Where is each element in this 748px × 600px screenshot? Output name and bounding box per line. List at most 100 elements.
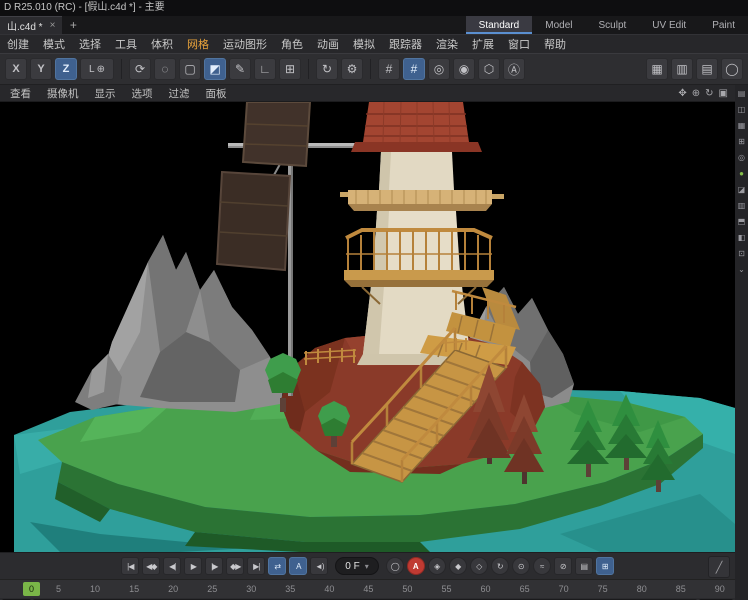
goto-start-button[interactable]: |◀ [121, 557, 140, 575]
interactive-render-icon[interactable]: ↻ [316, 58, 338, 80]
rail-icon-7[interactable]: ▥ [738, 202, 746, 210]
zoom-view-icon[interactable]: ⊕ [692, 88, 700, 99]
next-key-button[interactable]: ◆▶ [226, 557, 245, 575]
rotate-view-icon[interactable]: ↻ [705, 88, 713, 99]
record-ring-button[interactable]: ◯ [385, 557, 404, 575]
viewport-menu-item[interactable]: 选项 [124, 86, 161, 101]
menu-item[interactable]: 渲染 [429, 36, 465, 52]
spline-tool-icon[interactable]: ∟ [254, 58, 276, 80]
goto-end-button[interactable]: ▶| [247, 557, 266, 575]
grid-snap-icon[interactable]: # [403, 58, 425, 80]
menu-item[interactable]: 选择 [72, 36, 108, 52]
ruler-tick-label: 40 [324, 584, 335, 594]
team-render-icon[interactable]: ◯ [721, 58, 743, 80]
edit-render-settings-icon[interactable]: ▤ [696, 58, 718, 80]
axis-lock-z-button[interactable]: Z [55, 58, 77, 80]
workspace-tab[interactable]: Standard [465, 16, 533, 34]
timeline-ruler[interactable]: 0 5 10 15 20 25 30 35 40 45 50 55 60 65 70 75 80 85 90 [0, 579, 735, 598]
menu-item[interactable]: 跟踪器 [382, 36, 429, 52]
next-frame-button[interactable]: |▶ [205, 557, 224, 575]
rail-icon-8[interactable]: ⬒ [738, 218, 746, 226]
viewport-resize-handle[interactable]: ╱ [708, 556, 730, 578]
key-parameter-button[interactable]: ⊙ [511, 557, 530, 575]
menu-item[interactable]: 体积 [144, 36, 180, 52]
sound-button[interactable]: ◄) [310, 557, 329, 575]
ruler-tick-label: 5 [56, 584, 62, 594]
key-scale-button[interactable]: ◇ [469, 557, 488, 575]
coord-system-button[interactable]: L ⊕ [80, 58, 114, 80]
axis-modify-icon[interactable]: ⬡ [478, 58, 500, 80]
play-button[interactable]: ▶ [184, 557, 203, 575]
close-tab-icon[interactable]: × [50, 20, 56, 31]
rail-icon-9[interactable]: ◧ [738, 234, 746, 242]
pan-view-icon[interactable]: ✥ [678, 88, 686, 99]
list-button[interactable]: ▤ [574, 557, 593, 575]
key-position-button[interactable]: ◆ [448, 557, 467, 575]
workspace-tab[interactable]: Model [532, 16, 585, 34]
rail-icon-5[interactable]: ◎ [738, 154, 745, 162]
extrude-tool-icon[interactable]: ⊞ [279, 58, 301, 80]
menu-item[interactable]: 帮助 [537, 36, 573, 52]
rail-icon-11[interactable]: ⌄ [738, 266, 745, 274]
render-options-gear-icon[interactable]: ⚙ [341, 58, 363, 80]
rail-icon-2[interactable]: ◫ [738, 106, 746, 114]
key-rotation-button[interactable]: ↻ [490, 557, 509, 575]
workspace-tab[interactable]: Paint [699, 16, 748, 34]
rail-icon-3[interactable]: ▦ [738, 122, 746, 130]
maximize-view-icon[interactable]: ▣ [719, 88, 728, 99]
rotate-tool-icon[interactable]: ⟳ [129, 58, 151, 80]
document-tab[interactable]: 山.c4d * × [0, 16, 63, 34]
subdivision-surface-icon[interactable]: ◩ [204, 58, 226, 80]
menu-item[interactable]: 模式 [36, 36, 72, 52]
menu-item[interactable]: 创建 [0, 36, 36, 52]
viewport-menu-bar: 查看 摄像机 显示 选项 过滤 面板 ✥ ⊕ ↻ ▣ [0, 85, 735, 102]
viewport-menu-item[interactable]: 显示 [87, 86, 124, 101]
rail-icon-4[interactable]: ⊞ [738, 138, 745, 146]
menu-item[interactable]: 窗口 [501, 36, 537, 52]
ring-select-icon[interactable]: ◌ [154, 58, 176, 80]
viewport-menu-item[interactable]: 过滤 [161, 86, 198, 101]
key-pla-button[interactable]: ≈ [532, 557, 551, 575]
rail-status-dot[interactable]: ● [739, 170, 744, 178]
solo-button[interactable]: ⊘ [553, 557, 572, 575]
prev-frame-button[interactable]: ◀| [163, 557, 182, 575]
timeline-playhead[interactable]: 0 [23, 582, 40, 596]
menu-item[interactable]: 扩展 [465, 36, 501, 52]
viewport-menu-item[interactable]: 面板 [198, 86, 235, 101]
snap-toggle-button[interactable]: ⊞ [595, 557, 614, 575]
keyframe-selection-button[interactable]: ◈ [427, 557, 446, 575]
menu-item[interactable]: 动画 [310, 36, 346, 52]
autokey-button[interactable]: A [406, 557, 425, 575]
render-picture-viewer-icon[interactable]: ▥ [671, 58, 693, 80]
pen-tool-icon[interactable]: ✎ [229, 58, 251, 80]
workplane-icon[interactable]: Ⓐ [503, 58, 525, 80]
prev-key-button[interactable]: ◀◆ [142, 557, 161, 575]
ruler-tick-label: 80 [636, 584, 647, 594]
axis-lock-y-button[interactable]: Y [30, 58, 52, 80]
keyframe-mode-button[interactable]: A [289, 557, 308, 575]
frame-field[interactable]: 0 F ▾ [335, 557, 379, 575]
rail-icon-1[interactable]: ▤ [738, 90, 746, 98]
menu-item[interactable]: 网格 [180, 36, 216, 52]
disc-icon-1[interactable]: ◎ [428, 58, 450, 80]
loop-button[interactable]: ⇄ [268, 557, 287, 575]
menu-item[interactable]: 工具 [108, 36, 144, 52]
rail-icon-6[interactable]: ◪ [738, 186, 746, 194]
ruler-tick-label: 90 [714, 584, 725, 594]
render-view-icon[interactable]: ▦ [646, 58, 668, 80]
rail-icon-10[interactable]: ⊡ [738, 250, 745, 258]
menu-item[interactable]: 角色 [274, 36, 310, 52]
axis-lock-x-button[interactable]: X [5, 58, 27, 80]
viewport-menu-item[interactable]: 查看 [2, 86, 39, 101]
workspace-tab[interactable]: Sculpt [586, 16, 640, 34]
new-tab-button[interactable]: + [62, 16, 84, 34]
grid-icon[interactable]: # [378, 58, 400, 80]
viewport-menu-item[interactable]: 摄像机 [39, 86, 87, 101]
menu-item[interactable]: 运动图形 [216, 36, 274, 52]
menu-item[interactable]: 模拟 [346, 36, 382, 52]
ruler-tick-label: 85 [675, 584, 686, 594]
workspace-tab[interactable]: UV Edit [639, 16, 699, 34]
disc-icon-2[interactable]: ◉ [453, 58, 475, 80]
viewport-canvas[interactable] [0, 102, 735, 552]
cube-primitive-icon[interactable]: ▢ [179, 58, 201, 80]
